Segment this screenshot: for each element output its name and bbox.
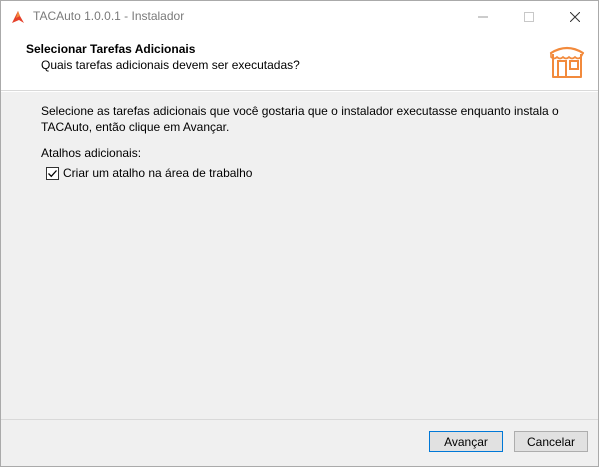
maximize-icon — [524, 11, 534, 22]
task-desktop-shortcut[interactable]: Criar um atalho na área de trabalho — [46, 165, 252, 181]
cancel-button-label: Cancelar — [526, 434, 576, 449]
cancel-button[interactable]: Cancelar — [514, 431, 588, 452]
wizard-header: Selecionar Tarefas Adicionais Quais tare… — [1, 32, 598, 90]
instructions-text: Selecione as tarefas adicionais que você… — [41, 104, 559, 134]
close-button[interactable] — [552, 1, 598, 32]
close-icon — [570, 11, 580, 22]
next-button-label: Avançar — [444, 434, 488, 449]
app-icon — [12, 11, 24, 23]
desktop-shortcut-checkbox[interactable] — [46, 166, 59, 180]
installer-window: TACAuto 1.0.0.1 - Instalador Selecionar … — [0, 0, 599, 467]
maximize-button[interactable] — [506, 1, 552, 32]
desktop-shortcut-label[interactable]: Criar um atalho na área de trabalho — [63, 166, 252, 180]
checkmark-icon — [48, 169, 57, 177]
next-button[interactable]: Avançar — [429, 431, 503, 452]
window-title: TACAuto 1.0.0.1 - Instalador — [33, 9, 185, 23]
shortcuts-group-label: Atalhos adicionais: — [41, 146, 142, 160]
wizard-body: Selecione as tarefas adicionais que você… — [1, 92, 598, 419]
store-icon — [549, 46, 585, 78]
page-subtitle: Quais tarefas adicionais devem ser execu… — [41, 58, 300, 72]
title-bar[interactable]: TACAuto 1.0.0.1 - Instalador — [1, 1, 598, 32]
footer-divider — [1, 419, 598, 420]
minimize-icon — [478, 16, 488, 17]
page-title: Selecionar Tarefas Adicionais — [26, 42, 196, 56]
minimize-button[interactable] — [460, 1, 506, 32]
